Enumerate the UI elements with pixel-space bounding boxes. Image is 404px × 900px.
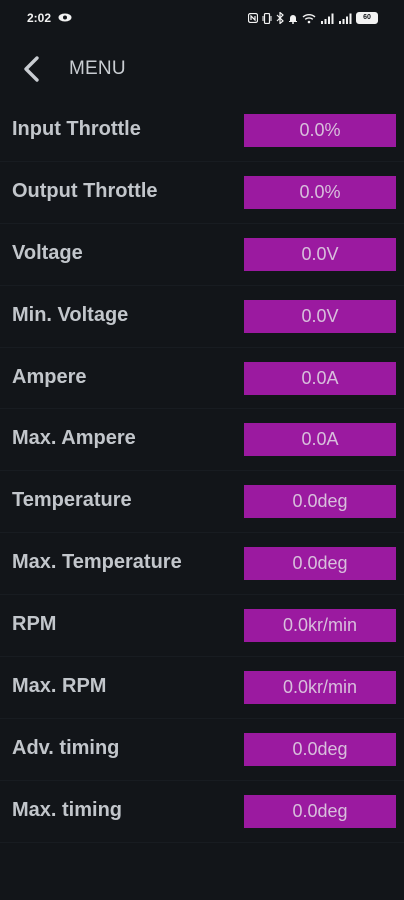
row-label: Max. Temperature (12, 551, 182, 574)
value-field[interactable]: 0.0kr/min (244, 671, 396, 705)
list-item: Min. Voltage 0.0V (0, 286, 404, 348)
list-item: Max. Temperature 0.0deg (0, 533, 404, 596)
status-icons: 60 (248, 11, 378, 25)
value-field[interactable]: 0.0deg (244, 794, 396, 828)
battery-icon: 60 (356, 12, 378, 24)
value-field[interactable]: 0.0V (244, 299, 396, 333)
value-field[interactable]: 0.0% (244, 114, 396, 147)
nfc-icon (248, 13, 258, 23)
bell-icon (289, 14, 297, 24)
value-field[interactable]: 0.0V (244, 237, 396, 271)
list-item: RPM 0.0kr/min (0, 595, 404, 658)
list-item: Temperature 0.0deg (0, 471, 404, 534)
signal-icon (321, 13, 334, 24)
row-label: RPM (12, 613, 57, 636)
telemetry-list: Input Throttle 0.0% Output Throttle 0.0%… (0, 100, 404, 843)
value-field[interactable]: 0.0A (244, 423, 396, 457)
row-label: Input Throttle (12, 118, 141, 140)
bluetooth-icon (276, 12, 284, 24)
header: MENU (0, 44, 404, 96)
status-time: 2:02 (27, 11, 52, 25)
row-label: Adv. timing (12, 736, 120, 759)
list-item: Max. Ampere 0.0A (0, 409, 404, 472)
list-item: Voltage 0.0V (0, 224, 404, 286)
row-label: Max. RPM (12, 675, 107, 698)
row-label: Output Throttle (12, 179, 158, 202)
vibrate-icon (262, 12, 272, 24)
back-button[interactable] (18, 54, 48, 84)
value-field[interactable]: 0.0A (244, 361, 396, 395)
eye-icon (58, 13, 72, 22)
row-label: Voltage (12, 241, 83, 264)
list-item: Output Throttle 0.0% (0, 162, 404, 224)
value-field[interactable]: 0.0% (244, 175, 396, 209)
list-item: Ampere 0.0A (0, 348, 404, 410)
status-bar: 2:02 60 (0, 0, 404, 38)
row-label: Ampere (12, 365, 87, 388)
row-label: Temperature (12, 489, 132, 512)
wifi-icon (302, 13, 316, 23)
value-field[interactable]: 0.0deg (244, 547, 396, 581)
value-field[interactable]: 0.0kr/min (244, 609, 396, 643)
page-title: MENU (69, 58, 126, 79)
chevron-left-icon (24, 56, 39, 82)
row-label: Max. timing (12, 798, 123, 821)
row-label: Min. Voltage (12, 303, 129, 326)
list-item: Max. RPM 0.0kr/min (0, 657, 404, 719)
value-field[interactable]: 0.0deg (244, 732, 396, 766)
list-item: Adv. timing 0.0deg (0, 719, 404, 781)
list-item: Input Throttle 0.0% (0, 100, 404, 162)
row-label: Max. Ampere (12, 427, 136, 450)
value-field[interactable]: 0.0deg (244, 485, 396, 519)
list-item: Max. timing 0.0deg (0, 781, 404, 843)
signal-icon-2 (339, 13, 352, 24)
